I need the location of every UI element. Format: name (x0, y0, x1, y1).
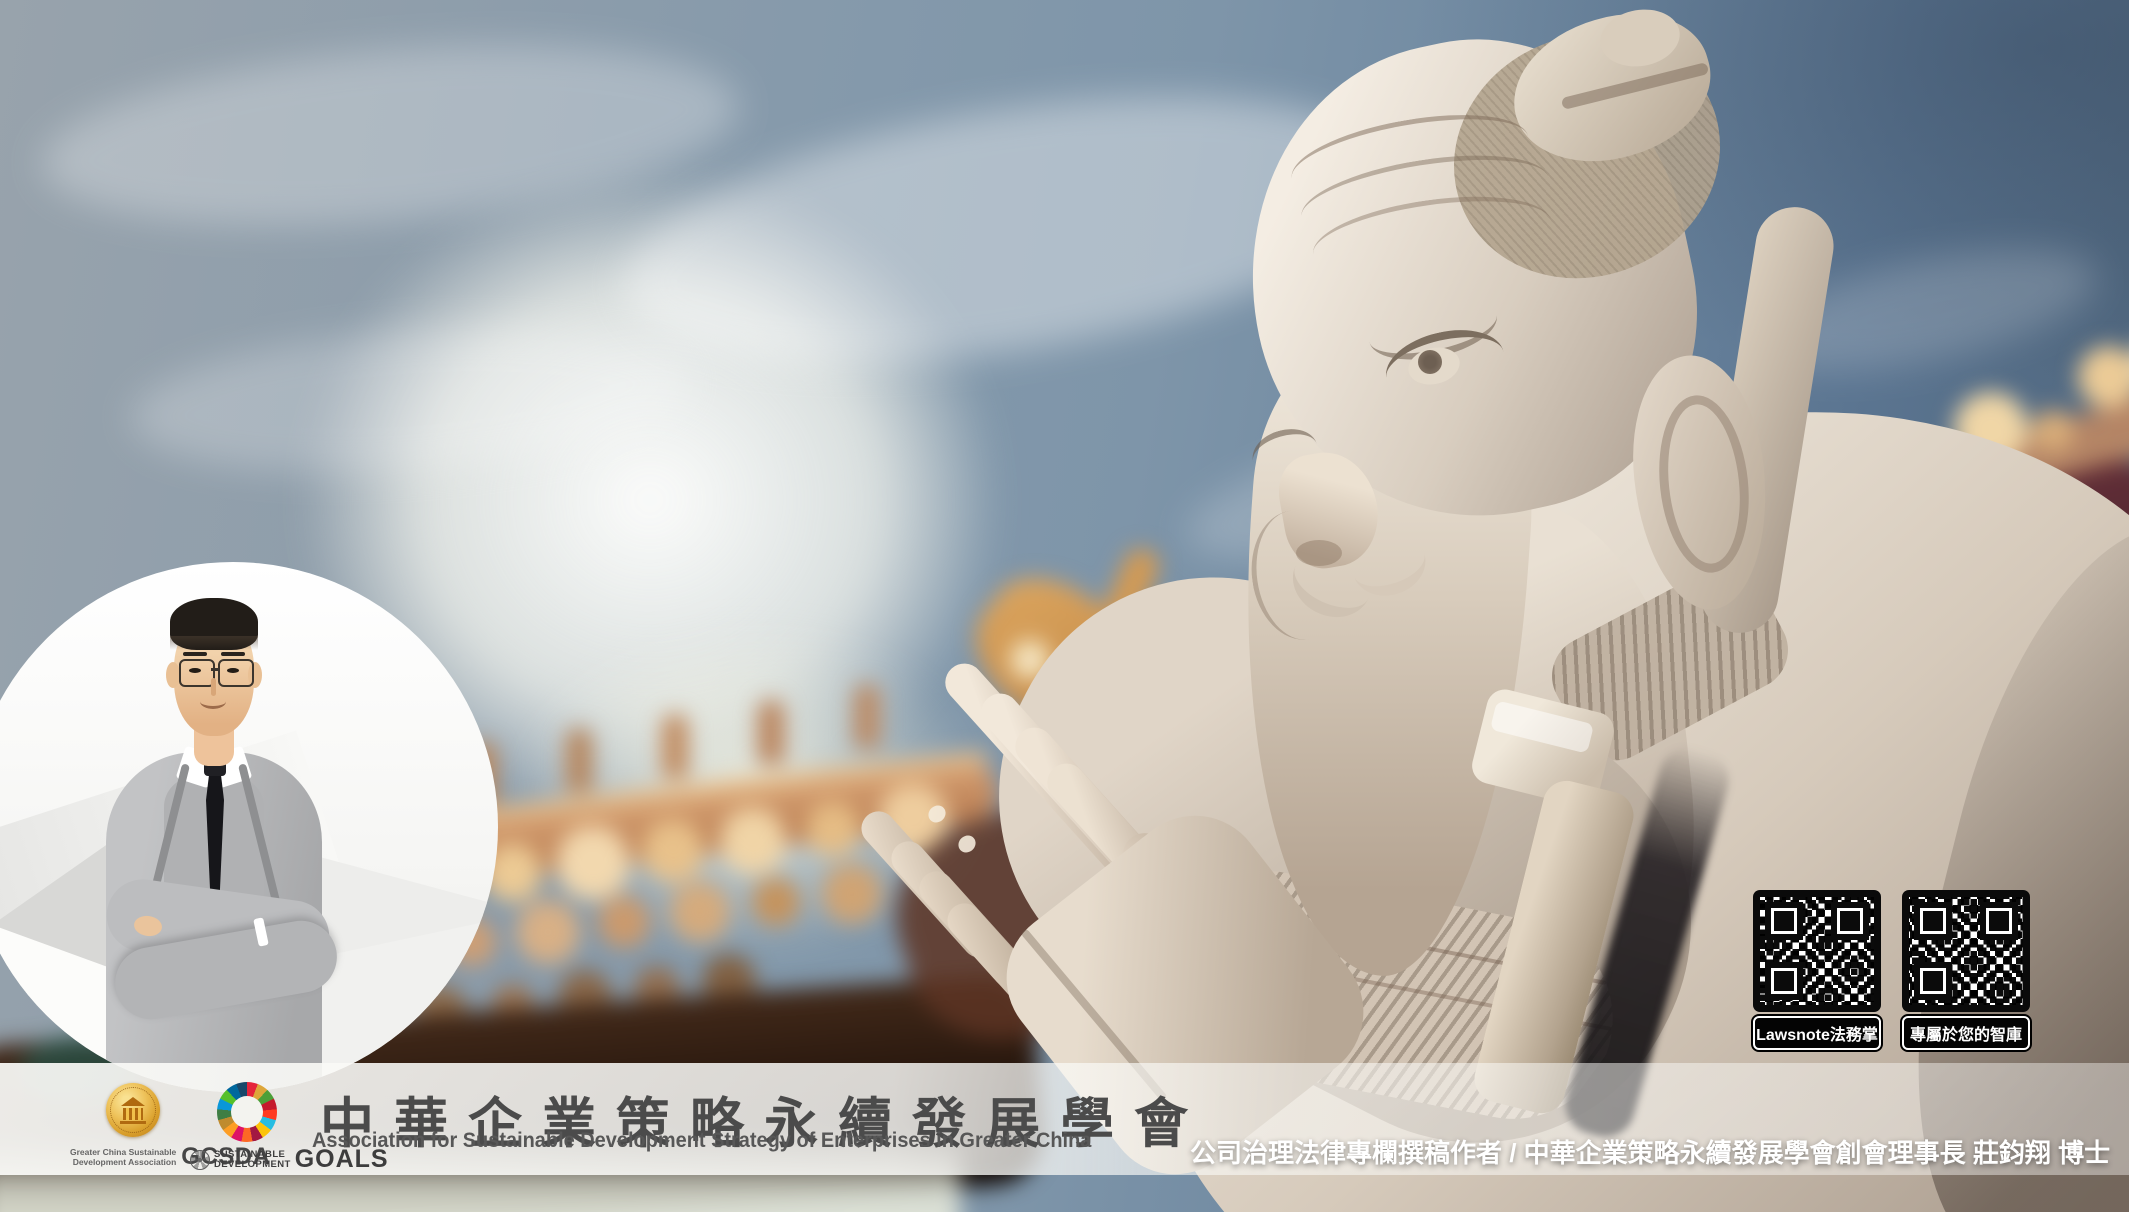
qr-finder (1980, 902, 2018, 940)
qr-code-icon (1753, 890, 1881, 1012)
glasses (179, 659, 215, 687)
eye (189, 668, 201, 673)
organization-name-en: Association for Sustainable Development … (312, 1129, 1091, 1153)
glasses (218, 659, 254, 687)
gcsda-org-line1: Greater China Sustainable (70, 1147, 176, 1157)
medallion-roof (121, 1097, 145, 1106)
eye (227, 668, 239, 673)
bottom-band: Greater China Sustainable Development As… (0, 1063, 2129, 1175)
banner: Lawsnote法務掌 專屬於您的智庫 Greater China Sustai… (0, 0, 2129, 1212)
sdg-wheel-icon (217, 1082, 277, 1142)
qr-finder (1765, 962, 1803, 1000)
qr-finder (1914, 902, 1952, 940)
gcsda-medallion-icon (106, 1083, 160, 1137)
medallion-columns (123, 1108, 143, 1120)
hair-fade (170, 636, 258, 650)
eyebrow (221, 652, 245, 656)
gcsda-org-name: Greater China Sustainable Development As… (70, 1147, 176, 1167)
smile (200, 694, 226, 709)
sdg-words: SUSTAINABLE DEVELOPMENT (214, 1150, 291, 1170)
ear (166, 662, 180, 688)
author-credit-line: 公司治理法律專欄撰稿作者 / 中華企業策略永續發展學會創會理事長 莊鈞翔 博士 (1190, 1133, 2110, 1170)
sdg-word-development: DEVELOPMENT (214, 1160, 291, 1170)
glasses-bridge (211, 668, 219, 671)
sdg-word-sustainable: SUSTAINABLE (214, 1150, 291, 1160)
qr-unit-thinktank: 專屬於您的智庫 (1902, 890, 2030, 1050)
fingernail (955, 832, 979, 856)
qr-code-icon (1902, 890, 2030, 1012)
fingernail (925, 802, 949, 826)
gcsda-org-line2: Development Association (70, 1157, 176, 1167)
medallion-base (120, 1121, 146, 1124)
qr-finder (1914, 962, 1952, 1000)
un-emblem-icon (190, 1150, 210, 1170)
statue-iris (1418, 350, 1442, 374)
qr-finder (1765, 902, 1803, 940)
qr-label: 專屬於您的智庫 (1902, 1016, 2030, 1050)
qr-label: Lawsnote法務掌 (1753, 1016, 1881, 1050)
eyebrow (183, 652, 207, 656)
qr-unit-lawsnote: Lawsnote法務掌 (1753, 890, 1881, 1050)
qr-finder (1831, 902, 1869, 940)
